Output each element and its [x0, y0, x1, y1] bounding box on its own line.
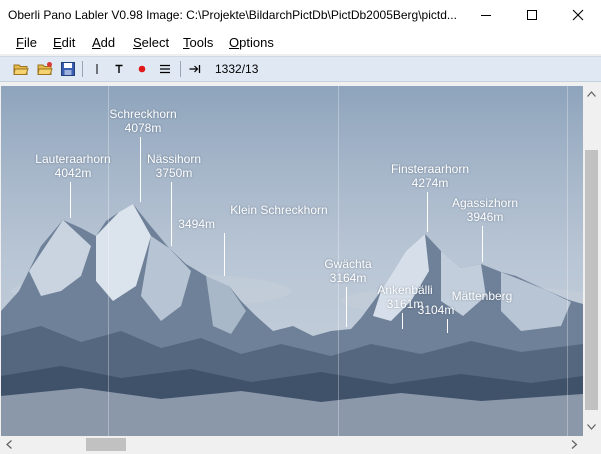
text-tool-icon: [115, 64, 123, 73]
point-tool-button[interactable]: [133, 60, 151, 78]
menu-add-accel: A: [92, 35, 101, 50]
menu-file-accel: F: [16, 35, 24, 50]
point-tool-icon: [138, 65, 146, 73]
toolbar-separator: [82, 61, 83, 77]
main-window: Oberli Pano Labler V0.98 Image: C:\Proje…: [0, 0, 601, 454]
close-icon: [572, 9, 584, 21]
menu-options-label: ptions: [239, 35, 274, 50]
peak-height: 3164m: [329, 271, 367, 285]
panorama-canvas[interactable]: Schreckhorn 4078m Lauteraarhorn 4042m Nä…: [1, 86, 583, 436]
window-title: Oberli Pano Labler V0.98 Image: C:\Proje…: [8, 8, 457, 22]
open-folder-icon: [13, 64, 29, 75]
peak-name: Klein Schreckhorn: [230, 203, 328, 217]
list-icon: [160, 64, 170, 74]
peak-marker: [171, 182, 172, 246]
image-counter: 1332/13: [215, 62, 259, 76]
peak-height: 3494m: [178, 217, 216, 231]
peak-label[interactable]: Schreckhorn 4078m: [109, 107, 176, 135]
vertical-scrollbar[interactable]: [583, 86, 600, 436]
goto-icon: [189, 65, 201, 73]
menu-select-label: elect: [141, 35, 170, 50]
scroll-up-button[interactable]: [583, 86, 600, 103]
menu-bar: File Edit Add Select Tools Options: [0, 30, 601, 54]
maximize-icon: [527, 10, 537, 20]
peak-marker: [402, 313, 403, 329]
line-tool-button[interactable]: [88, 60, 106, 78]
menu-edit[interactable]: Edit: [53, 35, 75, 50]
line-tool-icon: [96, 64, 98, 74]
menu-edit-accel: E: [53, 35, 62, 50]
peak-label[interactable]: Finsteraarhorn 4274m: [391, 162, 469, 190]
peak-name: Agassizhorn: [451, 196, 519, 210]
peak-marker: [346, 287, 347, 327]
title-bar[interactable]: Oberli Pano Labler V0.98 Image: C:\Proje…: [0, 0, 601, 30]
menu-edit-label: dit: [61, 35, 76, 50]
peak-marker: [224, 233, 225, 276]
menu-tools-label: ools: [189, 35, 214, 50]
peak-marker: [70, 182, 71, 218]
peak-label[interactable]: Gwächta 3164m: [324, 257, 371, 285]
image-guide-line: [567, 86, 568, 436]
menu-select[interactable]: Select: [133, 35, 169, 50]
save-icon: [61, 62, 75, 76]
menu-file[interactable]: File: [16, 35, 37, 50]
menu-add[interactable]: Add: [92, 35, 115, 50]
image-guide-line: [108, 86, 109, 436]
peak-label[interactable]: Lauteraarhorn 4042m: [35, 152, 110, 180]
chevron-right-icon: [571, 440, 578, 449]
peak-name: Finsteraarhorn: [390, 162, 470, 176]
peak-marker: [447, 319, 448, 333]
open-button[interactable]: [12, 60, 30, 78]
toolbar: 1332/13: [0, 56, 601, 82]
peak-name: Gwächta: [324, 257, 372, 271]
minimize-icon: [481, 15, 491, 16]
scroll-right-button[interactable]: [566, 436, 583, 453]
peak-label[interactable]: Mättenberg 3104m: [418, 289, 513, 317]
menu-options-accel: O: [229, 35, 240, 50]
horizontal-scroll-thumb[interactable]: [86, 438, 126, 451]
peak-height: 3946m: [466, 210, 504, 224]
toolbar-separator: [180, 61, 181, 77]
minimize-button[interactable]: [463, 0, 509, 30]
peak-name: Mättenberg: [451, 289, 513, 303]
close-button[interactable]: [555, 0, 601, 30]
peak-label[interactable]: Klein Schreckhorn 3494m: [178, 203, 328, 231]
horizontal-scrollbar[interactable]: [1, 436, 583, 453]
peak-label[interactable]: Agassizhorn 3946m: [452, 196, 518, 224]
save-button[interactable]: [59, 60, 77, 78]
open-other-button[interactable]: [36, 60, 54, 78]
mountain-panorama: [1, 204, 583, 436]
peak-name: Lauteraarhorn: [35, 152, 111, 166]
maximize-button[interactable]: [509, 0, 555, 30]
peak-height: 4078m: [124, 121, 162, 135]
peak-marker: [482, 226, 483, 262]
text-tool-button[interactable]: [110, 60, 128, 78]
menu-add-label: dd: [100, 35, 116, 50]
menu-tools[interactable]: Tools: [183, 35, 213, 50]
goto-button[interactable]: [186, 60, 204, 78]
scroll-left-button[interactable]: [1, 436, 18, 453]
menu-options[interactable]: Options: [229, 35, 274, 50]
peak-label[interactable]: Nässihorn 3750m: [147, 152, 201, 180]
list-button[interactable]: [156, 60, 174, 78]
scroll-down-button[interactable]: [583, 419, 600, 436]
peak-name: Nässihorn: [146, 152, 202, 166]
peak-height: 4042m: [54, 166, 92, 180]
scrollbar-corner: [583, 436, 600, 453]
menu-select-accel: S: [133, 35, 142, 50]
peak-name: Ankenbälli: [377, 283, 433, 297]
peak-marker: [140, 137, 141, 202]
peak-name: Schreckhorn: [109, 107, 177, 121]
peak-height: 4274m: [411, 176, 449, 190]
menu-file-label: ile: [23, 35, 37, 50]
peak-marker: [427, 192, 428, 232]
open-folder-star-icon: [37, 62, 53, 75]
chevron-down-icon: [587, 424, 596, 430]
chevron-left-icon: [6, 440, 12, 449]
chevron-up-icon: [587, 91, 596, 97]
peak-height: 3104m: [417, 303, 455, 317]
vertical-scroll-thumb[interactable]: [585, 150, 598, 410]
peak-height: 3750m: [155, 166, 193, 180]
